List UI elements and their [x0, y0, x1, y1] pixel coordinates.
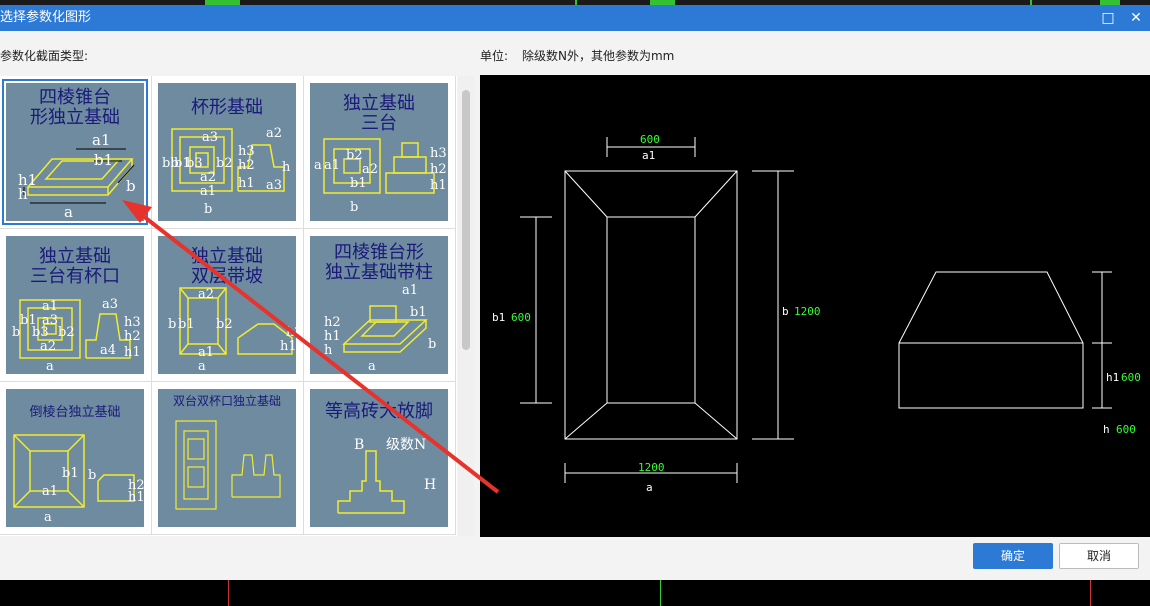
annotation-arrow [122, 200, 500, 494]
background-strip-bottom [0, 580, 1150, 606]
